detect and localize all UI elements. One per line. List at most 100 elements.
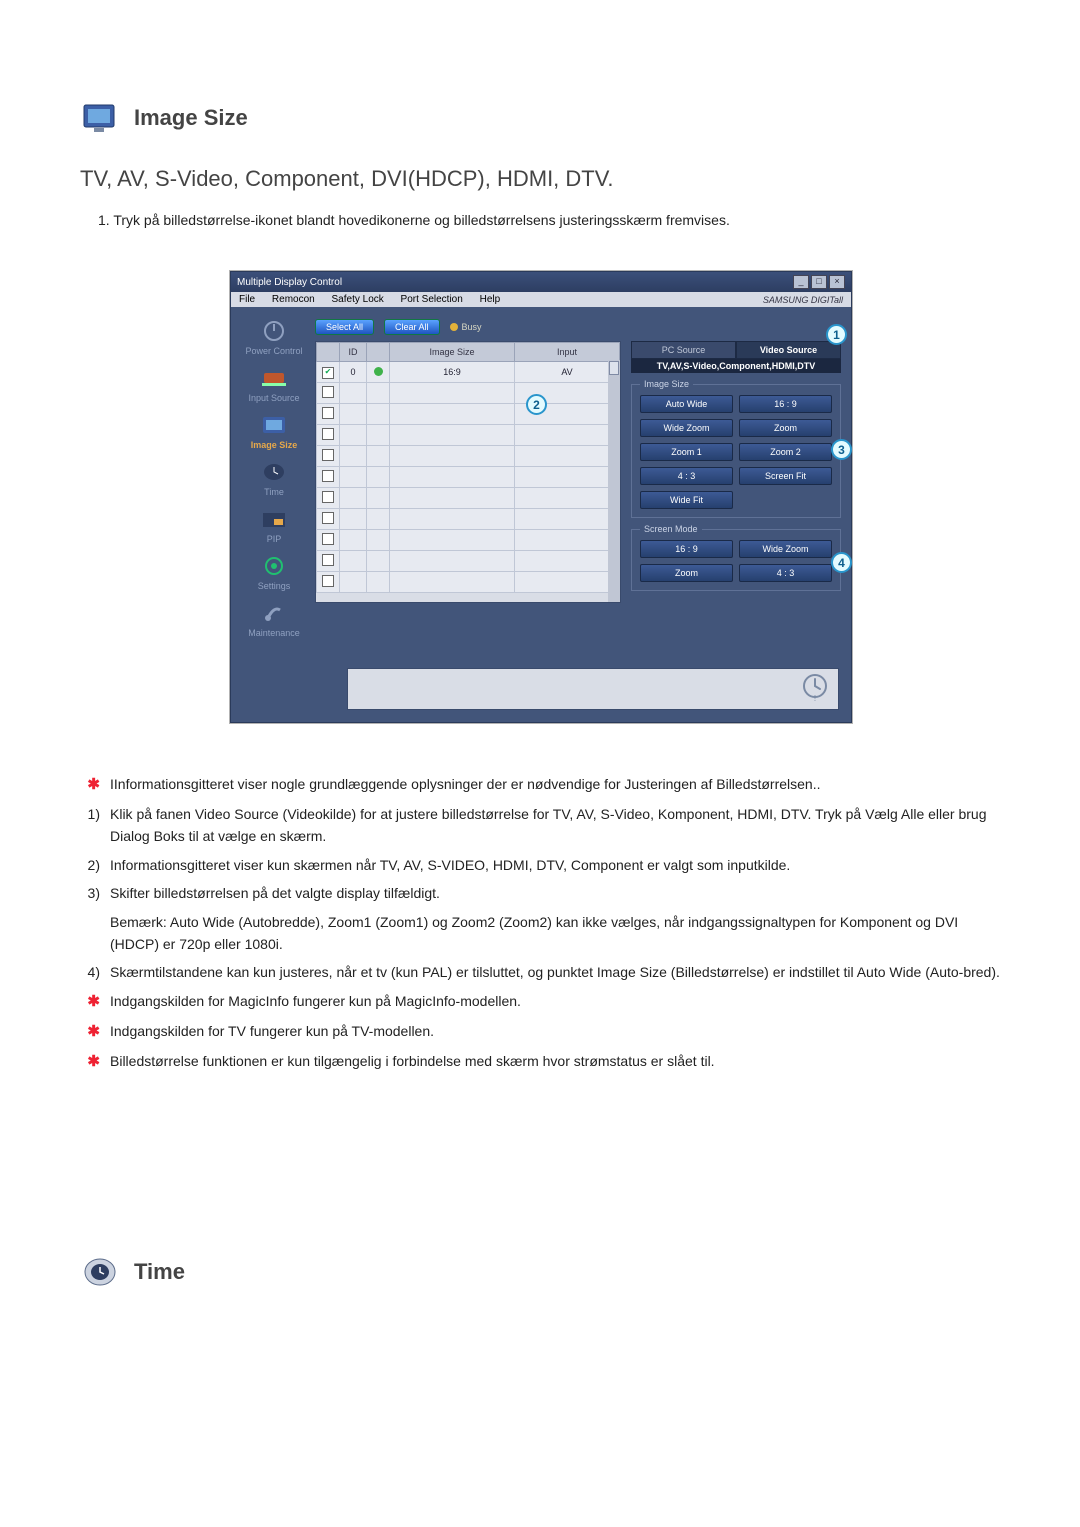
status-bar: ! — [347, 668, 839, 710]
clear-all-button[interactable]: Clear All — [384, 319, 440, 335]
callout-2: 2 — [526, 394, 547, 415]
note-row: ✱Billedstørrelse funktionen er kun tilgæ… — [80, 1050, 1000, 1074]
row-checkbox[interactable] — [322, 449, 334, 461]
grid-scrollbar[interactable] — [608, 360, 620, 602]
sidebar-item-maintenance[interactable]: Maintenance — [248, 601, 300, 638]
image-size-option[interactable]: Zoom — [739, 419, 832, 437]
sidebar: Power Control Input Source Image Size Time P… — [241, 319, 307, 638]
menu-help[interactable]: Help — [480, 294, 501, 305]
table-row[interactable] — [317, 488, 620, 509]
screen-mode-option[interactable]: 16 : 9 — [640, 540, 733, 558]
callout-4: 4 — [831, 552, 852, 573]
time-section-icon — [80, 1254, 120, 1290]
row-image-size — [390, 530, 515, 551]
maximize-icon[interactable]: □ — [811, 275, 827, 289]
image-size-option[interactable]: 4 : 3 — [640, 467, 733, 485]
section-title: Image Size — [134, 105, 248, 131]
busy-label: Busy — [462, 322, 482, 332]
screen-mode-option[interactable]: 4 : 3 — [739, 564, 832, 582]
row-checkbox[interactable] — [322, 533, 334, 545]
sidebar-item-input-source[interactable]: Input Source — [248, 366, 299, 403]
row-id: 0 — [340, 362, 367, 383]
image-size-option[interactable]: Zoom 2 — [739, 443, 832, 461]
apply-icon[interactable]: ! — [800, 674, 830, 702]
row-id — [340, 572, 367, 593]
row-checkbox[interactable] — [322, 554, 334, 566]
busy-dot-icon — [450, 323, 458, 331]
row-id — [340, 509, 367, 530]
row-input — [515, 509, 620, 530]
image-size-option[interactable]: Screen Fit — [739, 467, 832, 485]
row-image-size: 16:9 — [390, 362, 515, 383]
sidebar-item-settings[interactable]: Settings — [258, 554, 291, 591]
table-row[interactable] — [317, 404, 620, 425]
row-image-size — [390, 509, 515, 530]
table-row[interactable] — [317, 467, 620, 488]
grid-header: Image Size — [390, 343, 515, 362]
table-row[interactable] — [317, 572, 620, 593]
menu-port-selection[interactable]: Port Selection — [401, 294, 463, 305]
maintenance-icon — [259, 601, 289, 625]
intro-number: 1. — [98, 212, 110, 228]
row-id — [340, 383, 367, 404]
table-row[interactable] — [317, 446, 620, 467]
row-checkbox[interactable] — [322, 367, 334, 379]
note-row: ✱Indgangskilden for TV fungerer kun på T… — [80, 1020, 1000, 1044]
note-number: 2) — [80, 854, 100, 876]
info-grid[interactable]: IDImage SizeInput016:9AV 2 — [315, 341, 621, 603]
star-icon: ✱ — [87, 1053, 100, 1070]
callout-3: 3 — [831, 439, 852, 460]
row-checkbox[interactable] — [322, 512, 334, 524]
row-checkbox[interactable] — [322, 491, 334, 503]
row-checkbox[interactable] — [322, 470, 334, 482]
grid-header: ID — [340, 343, 367, 362]
row-checkbox[interactable] — [322, 575, 334, 587]
row-input — [515, 551, 620, 572]
star-icon: ✱ — [87, 776, 100, 793]
table-row[interactable] — [317, 530, 620, 551]
row-image-size — [390, 572, 515, 593]
table-row[interactable] — [317, 383, 620, 404]
screen-mode-legend: Screen Mode — [640, 524, 702, 534]
table-row[interactable] — [317, 551, 620, 572]
close-icon[interactable]: × — [829, 275, 845, 289]
note-row: ✱IInformationsgitteret viser nogle grund… — [80, 773, 1000, 797]
sidebar-item-power-control[interactable]: Power Control — [245, 319, 302, 356]
row-id — [340, 446, 367, 467]
image-size-option[interactable]: Auto Wide — [640, 395, 733, 413]
grid-header — [367, 343, 390, 362]
sidebar-item-time[interactable]: Time — [259, 460, 289, 497]
minimize-icon[interactable]: _ — [793, 275, 809, 289]
image-size-option[interactable]: Wide Fit — [640, 491, 733, 509]
row-input — [515, 572, 620, 593]
table-row[interactable] — [317, 509, 620, 530]
row-checkbox[interactable] — [322, 386, 334, 398]
row-checkbox[interactable] — [322, 407, 334, 419]
image-size-option[interactable]: Wide Zoom — [640, 419, 733, 437]
input-icon — [259, 366, 289, 390]
note-text: Indgangskilden for MagicInfo fungerer ku… — [110, 990, 521, 1014]
sources-line: TV,AV,S-Video,Component,HDMI,DTV — [631, 359, 841, 373]
row-checkbox[interactable] — [322, 428, 334, 440]
tab-pc-source[interactable]: PC Source — [631, 341, 736, 359]
note-text: Bemærk: Auto Wide (Autobredde), Zoom1 (Z… — [110, 911, 1000, 956]
table-row[interactable]: 016:9AV — [317, 362, 620, 383]
sidebar-item-label: Power Control — [245, 346, 302, 356]
tab-video-source[interactable]: Video Source — [736, 341, 841, 359]
table-row[interactable] — [317, 425, 620, 446]
sidebar-item-image-size[interactable]: Image Size — [251, 413, 298, 450]
select-all-button[interactable]: Select All — [315, 319, 374, 335]
star-icon: ✱ — [87, 993, 100, 1010]
row-id — [340, 488, 367, 509]
menu-remocon[interactable]: Remocon — [272, 294, 315, 305]
menu-file[interactable]: File — [239, 294, 255, 305]
note-number: 4) — [80, 961, 100, 983]
screen-mode-option[interactable]: Wide Zoom — [739, 540, 832, 558]
sidebar-item-pip[interactable]: PIP — [259, 507, 289, 544]
note-text: Skærmtilstandene kan kun justeres, når e… — [110, 961, 1000, 983]
image-size-option[interactable]: 16 : 9 — [739, 395, 832, 413]
image-size-option[interactable]: Zoom 1 — [640, 443, 733, 461]
grid-header — [317, 343, 340, 362]
screen-mode-option[interactable]: Zoom — [640, 564, 733, 582]
menu-safety-lock[interactable]: Safety Lock — [332, 294, 384, 305]
